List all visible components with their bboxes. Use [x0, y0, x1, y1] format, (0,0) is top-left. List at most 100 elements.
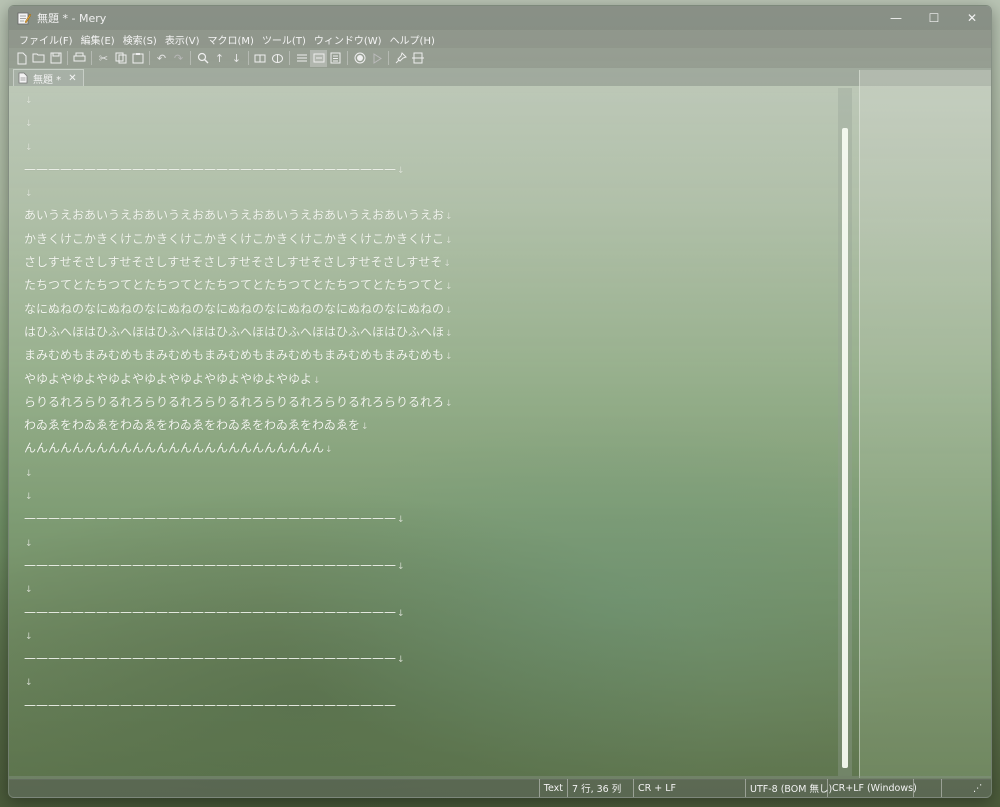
side-panel: [859, 70, 991, 778]
eol-mark: ↓: [445, 305, 453, 316]
editor-line: ↓: [24, 135, 837, 158]
eol-mark: ↓: [25, 538, 33, 549]
eol-mark: ↓: [25, 119, 33, 130]
tab-bar: 無題 * ✕: [9, 68, 991, 86]
line-text: ———————————————————————————————: [24, 557, 396, 572]
line-text: やゆよやゆよやゆよやゆよやゆよやゆよやゆよやゆよ: [24, 371, 313, 386]
search-icon[interactable]: [194, 50, 211, 67]
status-newline[interactable]: CR + LF: [633, 779, 745, 797]
window-title: 無題 * - Mery: [37, 12, 107, 25]
toolbar-separator: [91, 51, 92, 65]
line-text: まみむめもまみむめもまみむめもまみむめもまみむめもまみむめもまみむめも: [24, 348, 445, 363]
eol-mark: ↓: [25, 96, 33, 106]
resize-grip[interactable]: ⋰: [969, 779, 991, 797]
scrollbar-thumb[interactable]: [842, 128, 848, 768]
undo-icon[interactable]: ↶: [153, 50, 170, 67]
editor-line: ↓: [24, 531, 837, 554]
pin-icon[interactable]: [392, 50, 409, 67]
status-blank-2: [941, 779, 969, 797]
editor-line: ———————————————————————————————↓: [24, 601, 837, 624]
title-bar[interactable]: 無題 * - Mery — ☐ ✕: [9, 6, 991, 30]
open-folder-icon[interactable]: [30, 50, 47, 67]
toolbar-separator: [248, 51, 249, 65]
tab-close-icon[interactable]: ✕: [68, 73, 76, 84]
eol-mark: ↓: [397, 608, 405, 619]
toolbar-separator: [67, 51, 68, 65]
status-blank-1: [913, 779, 941, 797]
editor-line: ↓: [24, 484, 837, 507]
status-cursor-position: 7 行, 36 列: [567, 779, 633, 797]
redo-icon[interactable]: ↷: [170, 50, 187, 67]
editor-line: ↓: [24, 461, 837, 484]
status-mode[interactable]: Text: [538, 779, 567, 797]
eol-mark: ↓: [25, 492, 33, 503]
copy-icon[interactable]: [112, 50, 129, 67]
editor-window: 無題 * - Mery — ☐ ✕ ファイル(F) 編集(E) 検索(S) 表示…: [8, 5, 992, 798]
cut-icon[interactable]: ✂: [95, 50, 112, 67]
paste-icon[interactable]: [129, 50, 146, 67]
run-macro-icon[interactable]: [368, 50, 385, 67]
toolbar-separator: [190, 51, 191, 65]
eol-mark: ↓: [361, 422, 369, 433]
menu-view[interactable]: 表示(V): [161, 32, 204, 47]
find-next-icon[interactable]: ↓: [228, 50, 245, 67]
menu-macro[interactable]: マクロ(M): [204, 32, 258, 47]
menu-tools[interactable]: ツール(T): [258, 32, 310, 47]
editor-line: かきくけこかきくけこかきくけこかきくけこかきくけこかきくけこかきくけこ↓: [24, 228, 837, 251]
eol-mark: ↓: [25, 468, 33, 479]
eol-mark: ↓: [25, 189, 33, 200]
eol-mark: ↓: [445, 212, 453, 223]
status-encoding[interactable]: UTF-8 (BOM 無し): [745, 779, 832, 797]
text-editor[interactable]: ↓ ↓ ↓ ———————————————————————————————↓ ↓ あいうえ…: [9, 86, 837, 776]
bookmark-icon[interactable]: [252, 50, 269, 67]
notepad-app-icon: [17, 12, 31, 25]
eol-mark: ↓: [445, 398, 453, 409]
line-text: はひふへほはひふへほはひふへほはひふへほはひふへほはひふへほはひふへほ: [24, 324, 445, 339]
close-button[interactable]: ✕: [953, 6, 991, 30]
wrap-window-icon[interactable]: [310, 49, 327, 67]
editor-line: ↓: [24, 624, 837, 647]
bookmark-jump-icon[interactable]: [269, 50, 286, 67]
line-text: んんんんんんんんんんんんんんんんんんんんんんんんん: [24, 441, 325, 456]
new-file-icon[interactable]: [13, 50, 30, 67]
menu-window[interactable]: ウィンドウ(W): [310, 32, 386, 47]
toolbar-separator: [289, 51, 290, 65]
wrap-none-icon[interactable]: [293, 50, 310, 67]
editor-line: なにぬねのなにぬねのなにぬねのなにぬねのなにぬねのなにぬねのなにぬねの↓: [24, 298, 837, 321]
tab-untitled[interactable]: 無題 * ✕: [13, 69, 84, 86]
eol-mark: ↓: [25, 585, 33, 596]
toolbar-separator: [149, 51, 150, 65]
editor-line: あいうえおあいうえおあいうえおあいうえおあいうえおあいうえおあいうえお↓: [24, 204, 837, 227]
status-newline-type[interactable]: CR+LF (Windows): [827, 779, 917, 797]
editor-line: ↓: [24, 181, 837, 204]
toolbar: ✂ ↶ ↷ ↑ ↓: [9, 48, 991, 68]
line-text: らりるれろらりるれろらりるれろらりるれろらりるれろらりるれろらりるれろ: [24, 394, 445, 409]
maximize-button[interactable]: ☐: [915, 6, 953, 30]
line-text: ———————————————————————————————: [24, 161, 396, 176]
print-icon[interactable]: [71, 50, 88, 67]
editor-line: ↓: [24, 670, 837, 693]
minimize-button[interactable]: —: [877, 6, 915, 30]
menu-file[interactable]: ファイル(F): [15, 32, 77, 47]
line-text: ———————————————————————————————: [24, 511, 396, 526]
find-previous-icon[interactable]: ↑: [211, 50, 228, 67]
menu-edit[interactable]: 編集(E): [77, 32, 119, 47]
eol-mark: ↓: [445, 282, 453, 293]
save-icon[interactable]: [47, 50, 64, 67]
editor-line: んんんんんんんんんんんんんんんんんんんんんんんんん↓: [24, 437, 837, 460]
editor-line: はひふへほはひふへほはひふへほはひふへほはひふへほはひふへほはひふへほ↓: [24, 321, 837, 344]
toolbar-separator: [388, 51, 389, 65]
line-text: かきくけこかきくけこかきくけこかきくけこかきくけこかきくけこかきくけこ: [24, 231, 445, 246]
line-text: ———————————————————————————————: [24, 651, 396, 666]
eol-mark: ↓: [397, 561, 405, 572]
record-macro-icon[interactable]: [351, 50, 368, 67]
menu-help[interactable]: ヘルプ(H): [386, 32, 439, 47]
split-icon[interactable]: [409, 50, 426, 67]
line-text: ———————————————————————————————: [24, 604, 396, 619]
menu-search[interactable]: 検索(S): [119, 32, 161, 47]
vertical-scrollbar[interactable]: [838, 88, 852, 776]
editor-line: まみむめもまみむめもまみむめもまみむめもまみむめもまみむめもまみむめも↓: [24, 344, 837, 367]
eol-mark: ↓: [397, 165, 405, 176]
wrap-page-icon[interactable]: [327, 50, 344, 67]
editor-line: ———————————————————————————————↓: [24, 647, 837, 670]
